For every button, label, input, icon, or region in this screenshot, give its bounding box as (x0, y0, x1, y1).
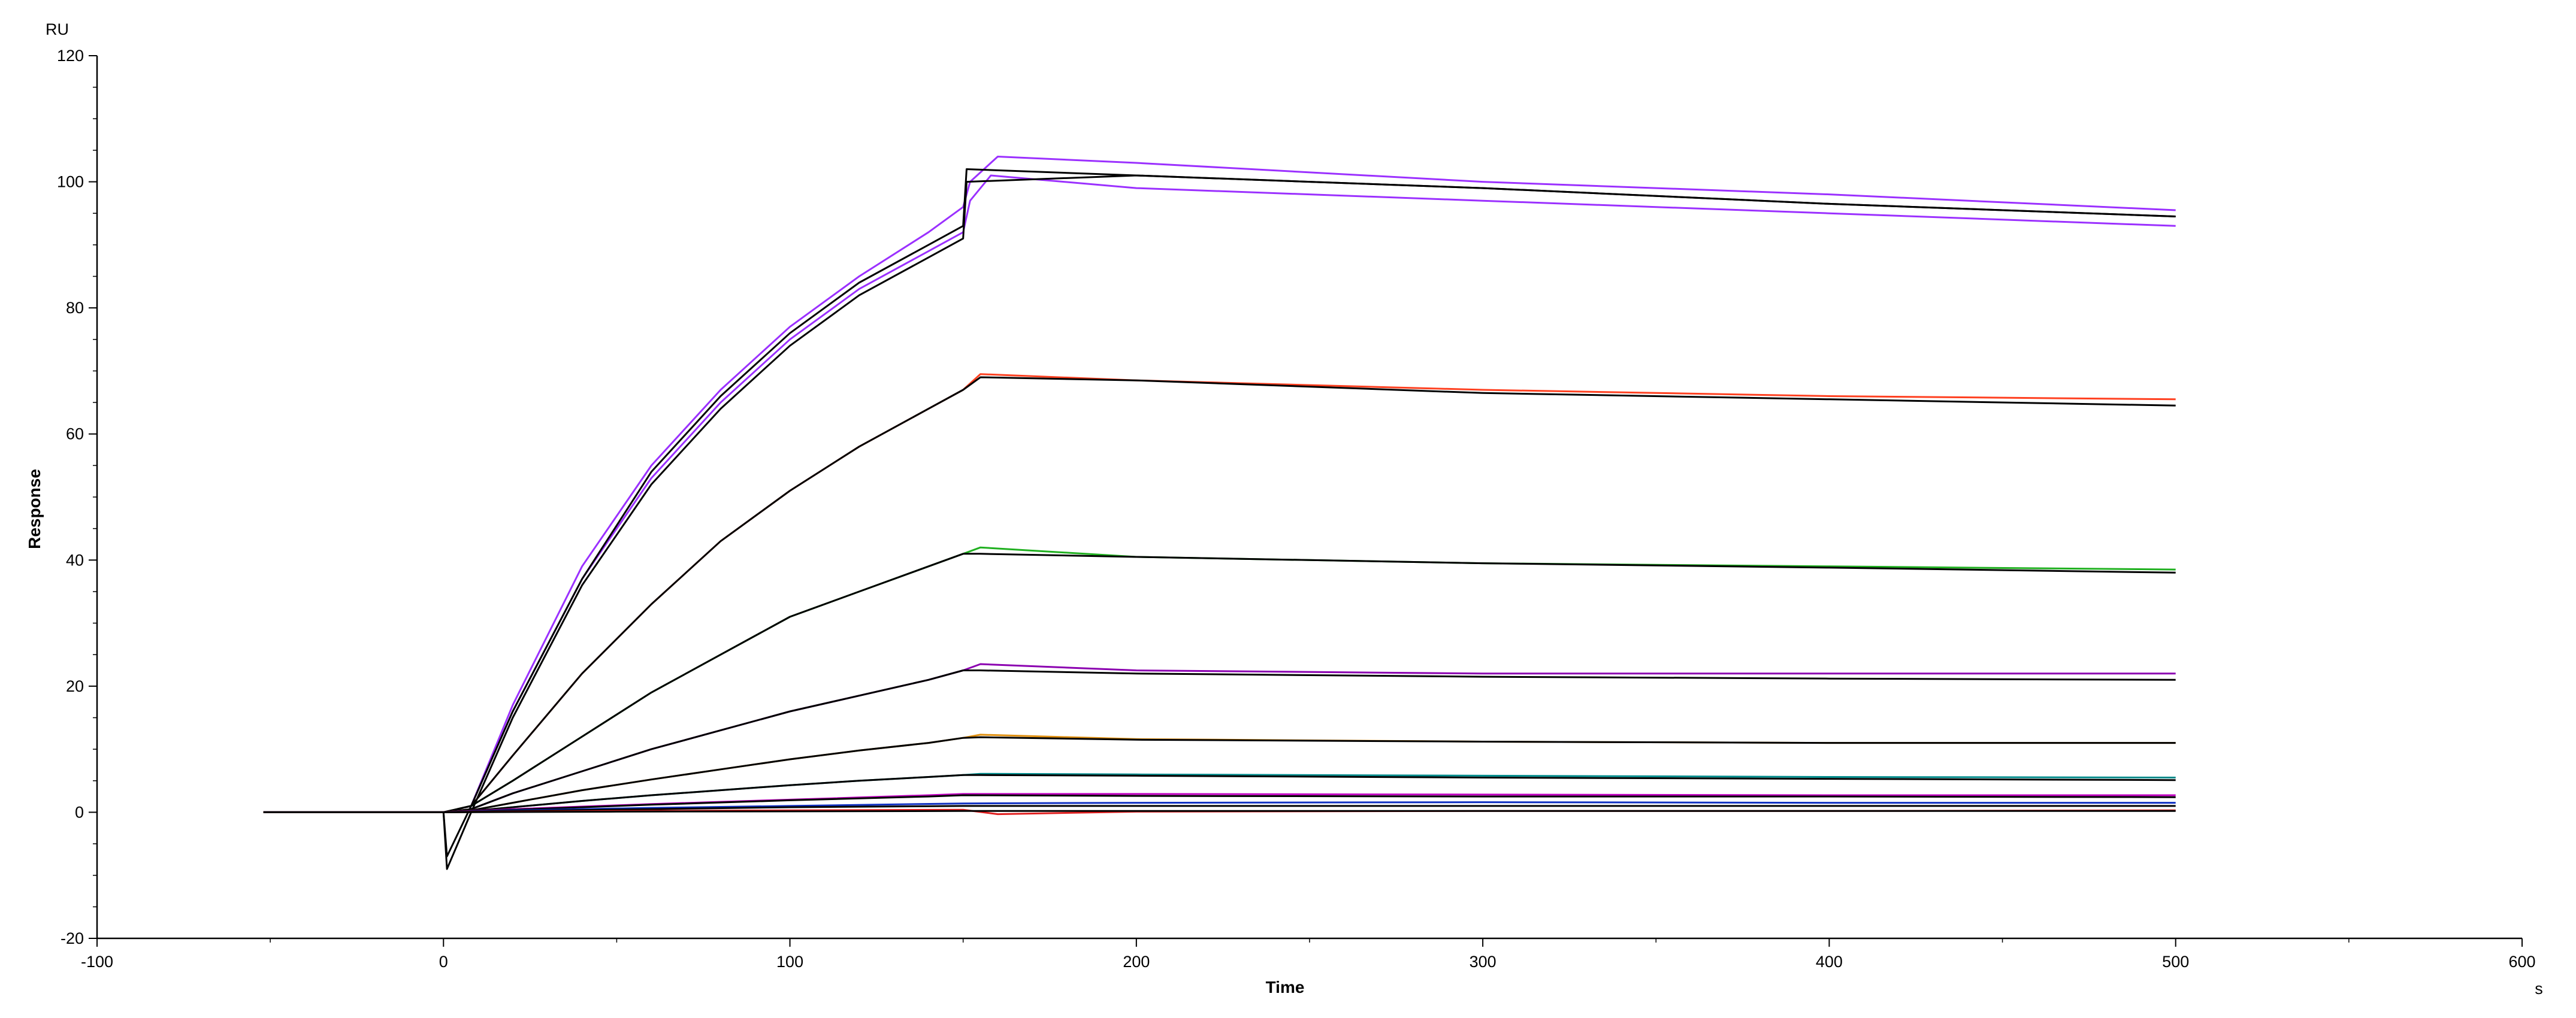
series-line-6 (263, 376, 2176, 813)
y-tick-label: 100 (57, 173, 84, 191)
x-tick-label: 600 (2508, 953, 2535, 971)
series-layer (263, 156, 2176, 870)
series-line-11 (263, 734, 2176, 813)
y-tick-label: 80 (66, 299, 84, 317)
series-line-4 (263, 174, 2176, 870)
axes: -20 0 20 40 60 80 100 120 -100 0 100 200 300 400 500 60… (57, 47, 2536, 971)
y-unit-label: RU (46, 20, 69, 38)
series-line-8 (263, 553, 2176, 813)
x-tick-label: -100 (81, 953, 113, 971)
x-unit-label: s (2535, 980, 2543, 998)
x-axis-label: Time (1266, 978, 1305, 996)
series-line-5 (263, 373, 2176, 813)
y-tick-label: -20 (61, 929, 84, 947)
y-tick-label: 60 (66, 425, 84, 443)
y-tick-label: 40 (66, 551, 84, 569)
sensorgram-chart: -20 0 20 40 60 80 100 120 -100 0 100 200 300 400 500 60… (0, 0, 2576, 1018)
y-tick-label: 0 (75, 803, 84, 821)
x-tick-label: 200 (1123, 953, 1150, 971)
x-tick-label: 300 (1470, 953, 1496, 971)
x-tick-label: 0 (439, 953, 448, 971)
x-tick-label: 100 (776, 953, 803, 971)
y-tick-label: 20 (66, 677, 84, 695)
chart-svg: -20 0 20 40 60 80 100 120 -100 0 100 200 300 400 500 60… (25, 20, 2543, 998)
series-line-10 (263, 669, 2176, 813)
y-axis-label: Response (25, 469, 44, 549)
x-tick-label: 400 (1816, 953, 1843, 971)
series-line-7 (263, 546, 2176, 813)
series-line-9 (263, 663, 2176, 813)
series-line-1 (263, 156, 2176, 813)
x-tick-label: 500 (2162, 953, 2189, 971)
series-line-3 (263, 168, 2176, 858)
y-tick-label: 120 (57, 47, 84, 65)
series-line-2 (263, 174, 2176, 813)
